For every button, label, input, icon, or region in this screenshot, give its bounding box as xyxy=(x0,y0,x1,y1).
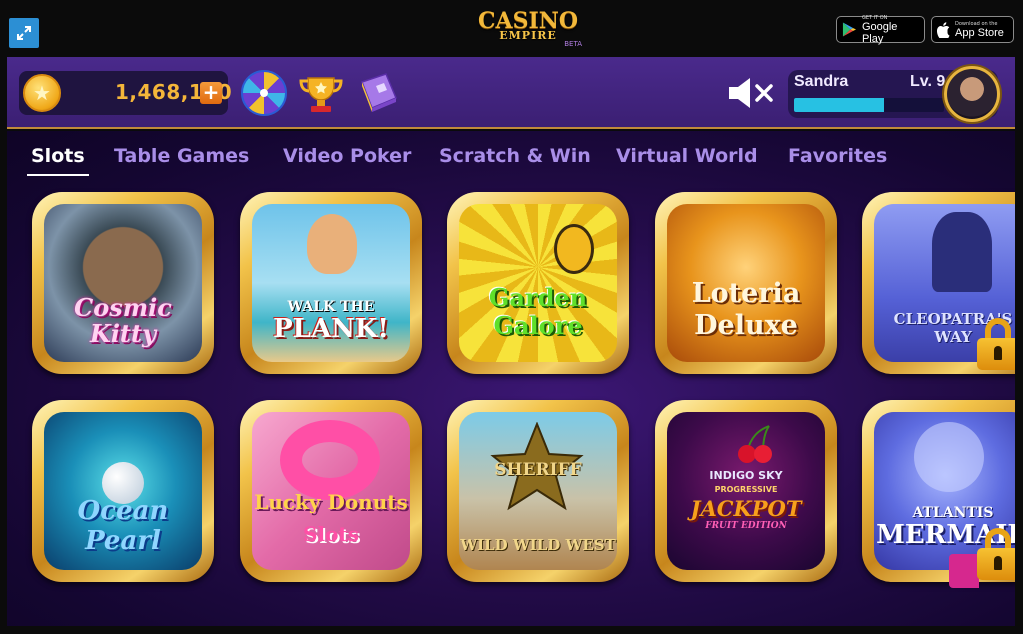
tab-table-games[interactable]: Table Games xyxy=(114,145,249,167)
coin-icon: ★ xyxy=(23,74,61,112)
casino-empire-logo[interactable]: CASINO EMPIRE BETA xyxy=(472,10,584,50)
coin-balance-panel[interactable]: ★ 1,468,120 + xyxy=(19,71,232,115)
avatar[interactable] xyxy=(944,66,1000,122)
google-play-label: Google Play xyxy=(861,20,898,45)
game-title-line1: WALK THE xyxy=(287,299,375,315)
game-lobby: Slots Table Games Video Poker Scratch & … xyxy=(7,131,1015,626)
game-tile-walk-the-plank[interactable]: WALK THE PLANK! xyxy=(240,192,422,374)
mermaid-figure xyxy=(914,422,984,492)
game-art: INDIGO SKY PROGRESSIVE JACKPOT FRUIT EDI… xyxy=(667,412,825,570)
game-tile-loteria-deluxe[interactable]: Loteria Deluxe xyxy=(655,192,837,374)
game-art: Ocean Pearl xyxy=(44,412,202,570)
fullscreen-button[interactable] xyxy=(9,18,39,48)
game-title-line1: Garden xyxy=(488,283,588,312)
lock-tab xyxy=(949,554,979,588)
bee-figure xyxy=(554,224,594,274)
game-title-line2: PLANK! xyxy=(273,314,389,344)
lock-icon xyxy=(977,318,1015,370)
game-title-line2: JACKPOT xyxy=(690,496,802,521)
beta-badge: BETA xyxy=(564,40,582,48)
game-title-line2: Pearl xyxy=(85,526,161,556)
game-tile-wild-wild-west[interactable]: SHERIFF WILD WILD WEST xyxy=(447,400,629,582)
plus-icon: + xyxy=(202,80,220,104)
app-store-button[interactable]: Download on the App Store xyxy=(931,16,1014,43)
game-tile-ocean-pearl[interactable]: Ocean Pearl xyxy=(32,400,214,582)
speaker-muted-icon[interactable] xyxy=(727,76,775,110)
google-play-button[interactable]: GET IT ON Google Play xyxy=(836,15,925,45)
top-bar: CASINO EMPIRE BETA GET IT ON Google Play… xyxy=(0,0,1023,56)
game-art: Garden Galore xyxy=(459,204,617,362)
tab-video-poker[interactable]: Video Poker xyxy=(283,145,411,167)
game-title-line2: Kitty xyxy=(89,319,157,348)
fullscreen-icon xyxy=(17,26,31,40)
player-level: Lv. 9 xyxy=(910,73,946,90)
game-title-line1: Loteria xyxy=(691,278,801,309)
cleopatra-figure xyxy=(932,212,992,292)
player-panel[interactable]: Sandra Lv. 9 xyxy=(788,66,1000,122)
game-art: Loteria Deluxe xyxy=(667,204,825,362)
tab-virtual-world[interactable]: Virtual World xyxy=(616,145,758,167)
game-tile-lucky-donuts[interactable]: Lucky Donuts Slots xyxy=(240,400,422,582)
game-tile-cosmic-kitty[interactable]: Cosmic Kitty xyxy=(32,192,214,374)
game-title-line1: Lucky Donuts xyxy=(254,490,408,514)
game-tile-indigo-sky-jackpot[interactable]: INDIGO SKY PROGRESSIVE JACKPOT FRUIT EDI… xyxy=(655,400,837,582)
app-store-label: App Store xyxy=(955,26,1004,39)
player-name: Sandra xyxy=(794,73,849,90)
game-title-line2: Slots xyxy=(303,522,359,546)
cherries-icon xyxy=(738,425,772,463)
pirate-figure xyxy=(307,214,357,274)
apple-icon xyxy=(937,21,950,38)
tab-slots[interactable]: Slots xyxy=(27,145,89,176)
lock-icon xyxy=(977,528,1015,580)
game-title-line1: SHERIFF xyxy=(494,460,582,480)
game-title-line1: Cosmic xyxy=(74,293,172,322)
game-title-edition: FRUIT EDITION xyxy=(705,521,787,531)
game-art: Cosmic Kitty xyxy=(44,204,202,362)
tab-favorites[interactable]: Favorites xyxy=(788,145,887,167)
buy-coins-button[interactable]: + xyxy=(200,82,222,104)
game-tile-garden-galore[interactable]: Garden Galore xyxy=(447,192,629,374)
xp-progress-fill xyxy=(794,98,884,112)
game-header: ★ 1,468,120 + Sandra Lv. 9 xyxy=(7,57,1015,129)
game-title-progressive: PROGRESSIVE xyxy=(714,485,778,494)
game-title-line2: Galore xyxy=(493,311,583,340)
game-art: WALK THE PLANK! xyxy=(252,204,410,362)
game-art: SHERIFF WILD WILD WEST xyxy=(459,412,617,570)
game-title-line1: INDIGO SKY xyxy=(709,469,783,482)
game-title-line1: ATLANTIS xyxy=(912,505,994,521)
prize-wheel-icon[interactable] xyxy=(241,70,287,116)
game-title-line1: Ocean xyxy=(77,496,169,526)
category-tabs: Slots Table Games Video Poker Scratch & … xyxy=(7,145,1015,179)
donut-figure xyxy=(280,420,380,500)
book-icon[interactable] xyxy=(356,70,402,116)
tab-scratch-win[interactable]: Scratch & Win xyxy=(439,145,591,167)
game-title-line2: WILD WILD WEST xyxy=(460,536,616,554)
xp-progress-bar xyxy=(794,98,944,112)
game-art: Lucky Donuts Slots xyxy=(252,412,410,570)
google-play-icon xyxy=(842,22,857,37)
trophy-icon[interactable] xyxy=(298,70,344,116)
app-store-small-text: Download on the xyxy=(955,20,998,27)
game-title-line2: Deluxe xyxy=(694,310,798,341)
